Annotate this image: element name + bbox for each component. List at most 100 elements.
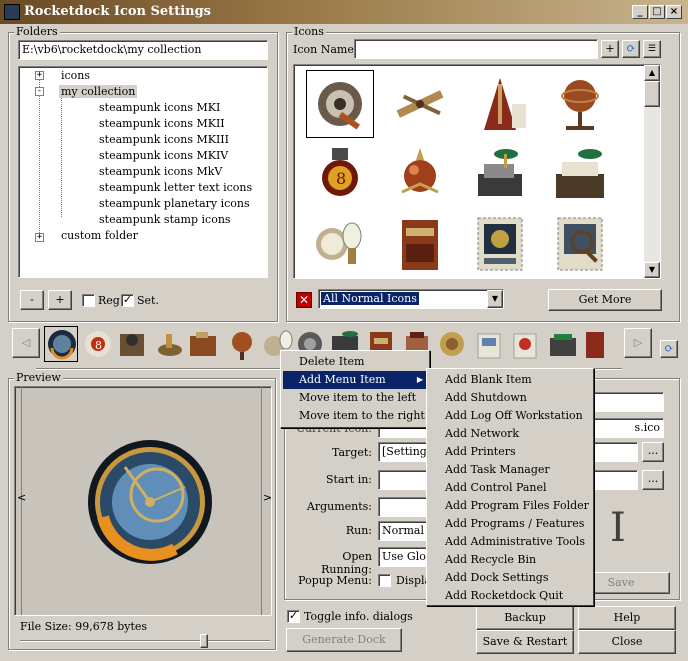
chevron-down-icon[interactable]: ▼ bbox=[487, 290, 503, 308]
reg-checkbox[interactable] bbox=[82, 294, 95, 307]
run-value: Normal bbox=[382, 524, 425, 537]
submenu-add-admin-tools[interactable]: Add Administrative Tools bbox=[429, 533, 591, 551]
current-icon-value: s.ico bbox=[634, 421, 660, 434]
arguments-label: Arguments: bbox=[306, 500, 372, 513]
icon-name-input[interactable] bbox=[354, 39, 598, 59]
help-button[interactable]: Help bbox=[578, 606, 676, 630]
planet-medal-icon[interactable] bbox=[386, 140, 454, 208]
tree-item-mki[interactable]: steampunk icons MKI bbox=[99, 101, 220, 114]
submenu-add-blank-item[interactable]: Add Blank Item bbox=[429, 371, 591, 389]
expand-custom-folder-icon[interactable]: + bbox=[35, 233, 44, 242]
submenu-add-network[interactable]: Add Network bbox=[429, 425, 591, 443]
menu-item-move-left[interactable]: Move item to the left bbox=[283, 389, 427, 407]
start-in-label: Start in: bbox=[326, 473, 372, 486]
target-label: Target: bbox=[332, 446, 372, 459]
tree-item-planetary[interactable]: steampunk planetary icons bbox=[99, 197, 250, 210]
preview-size-slider-thumb[interactable] bbox=[200, 634, 208, 648]
add-icon-button[interactable]: + bbox=[601, 40, 619, 58]
popup-menu-label: Popup Menu: bbox=[298, 574, 372, 587]
remove-folder-button[interactable]: - bbox=[20, 290, 44, 310]
folder-path-input[interactable]: E:\vb6\rocketdock\my collection bbox=[18, 40, 268, 60]
dock-scroll-right-icon[interactable]: ▷ bbox=[624, 328, 652, 358]
collapse-my-collection-icon[interactable]: - bbox=[35, 87, 44, 96]
preview-area: < > bbox=[14, 386, 272, 616]
astronomical-clock-icon bbox=[88, 440, 212, 564]
open-running-label: Open Running: bbox=[321, 550, 372, 576]
dock-refresh-icon[interactable]: ⟳ bbox=[660, 340, 678, 358]
stamp-magnifier-icon[interactable] bbox=[546, 210, 614, 278]
tree-item-letter-text[interactable]: steampunk letter text icons bbox=[99, 181, 252, 194]
lightbulb-gauge-icon[interactable] bbox=[306, 210, 374, 278]
close-button[interactable]: Close bbox=[578, 630, 676, 654]
typewriter-lamp-icon[interactable] bbox=[466, 140, 534, 208]
icons-legend: Icons bbox=[292, 25, 326, 38]
submenu-add-shutdown[interactable]: Add Shutdown bbox=[429, 389, 591, 407]
context-menu: Delete Item Add Menu Item ▶ Move item to… bbox=[280, 350, 430, 428]
tree-item-icons[interactable]: icons bbox=[61, 69, 90, 82]
submenu-add-recycle-bin[interactable]: Add Recycle Bin bbox=[429, 551, 591, 569]
eye-device-icon[interactable]: 8 bbox=[306, 140, 374, 208]
folder-tree[interactable]: + icons - my collection steampunk icons … bbox=[18, 66, 268, 278]
icon-grid[interactable]: 8 ▲ ▼ bbox=[293, 64, 661, 279]
app-icon bbox=[4, 4, 20, 20]
generate-dock-button[interactable]: Generate Dock bbox=[286, 628, 402, 652]
list-view-icon[interactable]: ☰ bbox=[643, 40, 661, 58]
icon-name-label: Icon Name: bbox=[293, 43, 358, 56]
submenu-add-control-panel[interactable]: Add Control Panel bbox=[429, 479, 591, 497]
menu-item-delete[interactable]: Delete Item bbox=[283, 353, 427, 371]
dock-scroll-left-icon[interactable]: ◁ bbox=[12, 328, 40, 358]
submenu-add-programs-features[interactable]: Add Programs / Features bbox=[429, 515, 591, 533]
tree-item-mkii[interactable]: steampunk icons MKII bbox=[99, 117, 225, 130]
gear-camera-icon[interactable] bbox=[306, 70, 374, 138]
icon-grid-scrollbar[interactable]: ▲ ▼ bbox=[644, 65, 660, 278]
menu-item-move-right[interactable]: Move item to the right bbox=[283, 407, 427, 425]
minimize-button[interactable]: _ bbox=[632, 5, 648, 19]
tree-item-mkiii[interactable]: steampunk icons MKIII bbox=[99, 133, 229, 146]
preview-size-slider[interactable] bbox=[20, 640, 270, 642]
icon-filter-select[interactable]: All Normal Icons ▼ bbox=[318, 289, 504, 309]
tree-item-custom-folder[interactable]: custom folder bbox=[61, 229, 138, 242]
window-title: Rocketdock Icon Settings bbox=[24, 4, 211, 19]
submenu-add-dock-settings[interactable]: Add Dock Settings bbox=[429, 569, 591, 587]
file-size-text: File Size: 99,678 bytes bbox=[20, 620, 148, 633]
refresh-icon[interactable]: ⟳ bbox=[622, 40, 640, 58]
preview-prev-icon[interactable]: < bbox=[17, 491, 26, 504]
save-restart-button[interactable]: Save & Restart bbox=[476, 630, 574, 654]
expand-icons-icon[interactable]: + bbox=[35, 71, 44, 80]
delete-filter-icon[interactable]: ✕ bbox=[296, 292, 312, 308]
set-checkbox[interactable]: ✓ bbox=[121, 294, 134, 307]
submenu-add-printers[interactable]: Add Printers bbox=[429, 443, 591, 461]
set-label: Set. bbox=[137, 294, 159, 307]
folder-path-text: E:\vb6\rocketdock\my collection bbox=[22, 43, 202, 56]
postage-stamp-icon[interactable] bbox=[466, 210, 534, 278]
metronome-icon[interactable] bbox=[466, 70, 534, 138]
start-in-browse-button[interactable]: ... bbox=[642, 470, 664, 490]
target-browse-button[interactable]: ... bbox=[642, 442, 664, 462]
add-folder-button[interactable]: + bbox=[48, 290, 72, 310]
tree-item-mkv[interactable]: steampunk icons MkV bbox=[99, 165, 222, 178]
preview-next-icon[interactable]: > bbox=[263, 491, 272, 504]
submenu-add-log-off[interactable]: Add Log Off Workstation bbox=[429, 407, 591, 425]
tree-item-stamp[interactable]: steampunk stamp icons bbox=[99, 213, 231, 226]
globe-stand-icon[interactable] bbox=[546, 70, 614, 138]
title-bar[interactable]: Rocketdock Icon Settings bbox=[0, 0, 688, 24]
tree-item-mkiv[interactable]: steampunk icons MKIV bbox=[99, 149, 228, 162]
popup-menu-checkbox[interactable] bbox=[378, 574, 391, 587]
tree-item-my-collection[interactable]: my collection bbox=[59, 85, 138, 98]
submenu-add-task-manager[interactable]: Add Task Manager bbox=[429, 461, 591, 479]
organ-machine-icon[interactable] bbox=[386, 210, 454, 278]
close-window-button[interactable]: × bbox=[666, 5, 682, 19]
typewriter-icon[interactable] bbox=[546, 140, 614, 208]
add-menu-item-submenu: Add Blank Item Add Shutdown Add Log Off … bbox=[426, 368, 594, 606]
preview-legend: Preview bbox=[14, 371, 63, 384]
submenu-add-rocketdock-quit[interactable]: Add Rocketdock Quit bbox=[429, 587, 591, 605]
submenu-add-program-files[interactable]: Add Program Files Folder bbox=[429, 497, 591, 515]
run-label: Run: bbox=[345, 524, 372, 537]
folders-legend: Folders bbox=[14, 25, 60, 38]
get-more-button[interactable]: Get More bbox=[548, 289, 662, 311]
maximize-button[interactable]: □ bbox=[649, 5, 665, 19]
menu-item-add-menu-item[interactable]: Add Menu Item ▶ bbox=[283, 371, 427, 389]
backup-button[interactable]: Backup bbox=[476, 606, 574, 630]
toggle-info-checkbox[interactable]: ✓ bbox=[287, 610, 300, 623]
syringe-icon[interactable] bbox=[386, 70, 454, 138]
